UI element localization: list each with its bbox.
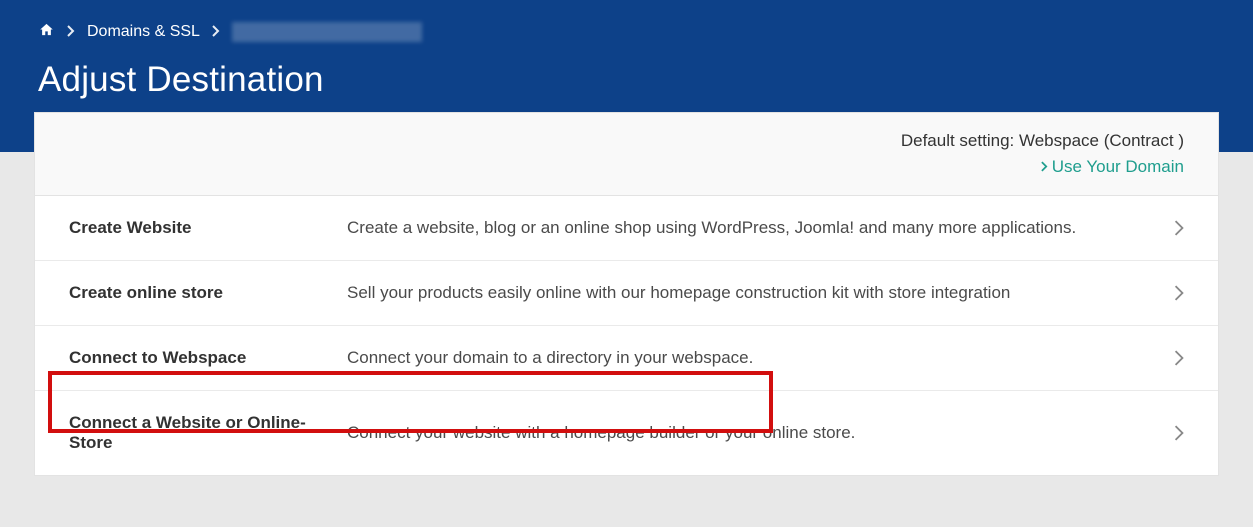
option-description: Sell your products easily online with ou… xyxy=(347,283,1158,303)
option-title: Connect to Webspace xyxy=(69,348,347,368)
content-area: Default setting: Webspace (Contract ) Us… xyxy=(0,112,1253,476)
chevron-right-icon xyxy=(1174,425,1184,441)
panel-header: Default setting: Webspace (Contract ) Us… xyxy=(35,113,1218,196)
option-description: Connect your website with a homepage bui… xyxy=(347,423,1158,443)
option-title: Connect a Website or Online-Store xyxy=(69,413,347,453)
option-description: Create a website, blog or an online shop… xyxy=(347,218,1158,238)
page-title: Adjust Destination xyxy=(38,60,1215,100)
chevron-right-icon xyxy=(1174,350,1184,366)
chevron-right-icon xyxy=(212,24,220,40)
home-icon xyxy=(38,24,55,41)
chevron-right-icon xyxy=(1041,160,1048,175)
default-setting-text: Default setting: Webspace (Contract ) xyxy=(69,131,1184,151)
option-connect-webspace[interactable]: Connect to Webspace Connect your domain … xyxy=(35,326,1218,391)
chevron-right-icon xyxy=(1174,220,1184,236)
use-your-domain-link[interactable]: Use Your Domain xyxy=(1041,157,1184,177)
option-title: Create Website xyxy=(69,218,347,238)
use-your-domain-label: Use Your Domain xyxy=(1052,157,1184,177)
breadcrumb: Domains & SSL xyxy=(38,22,1215,42)
breadcrumb-domains-ssl[interactable]: Domains & SSL xyxy=(87,23,200,41)
option-title: Create online store xyxy=(69,283,347,303)
chevron-right-icon xyxy=(67,24,75,40)
option-create-online-store[interactable]: Create online store Sell your products e… xyxy=(35,261,1218,326)
destination-panel: Default setting: Webspace (Contract ) Us… xyxy=(34,112,1219,476)
option-description: Connect your domain to a directory in yo… xyxy=(347,348,1158,368)
breadcrumb-current-redacted xyxy=(232,22,422,42)
breadcrumb-home[interactable] xyxy=(38,22,55,42)
chevron-right-icon xyxy=(1174,285,1184,301)
option-create-website[interactable]: Create Website Create a website, blog or… xyxy=(35,196,1218,261)
option-connect-website-or-store[interactable]: Connect a Website or Online-Store Connec… xyxy=(35,391,1218,475)
